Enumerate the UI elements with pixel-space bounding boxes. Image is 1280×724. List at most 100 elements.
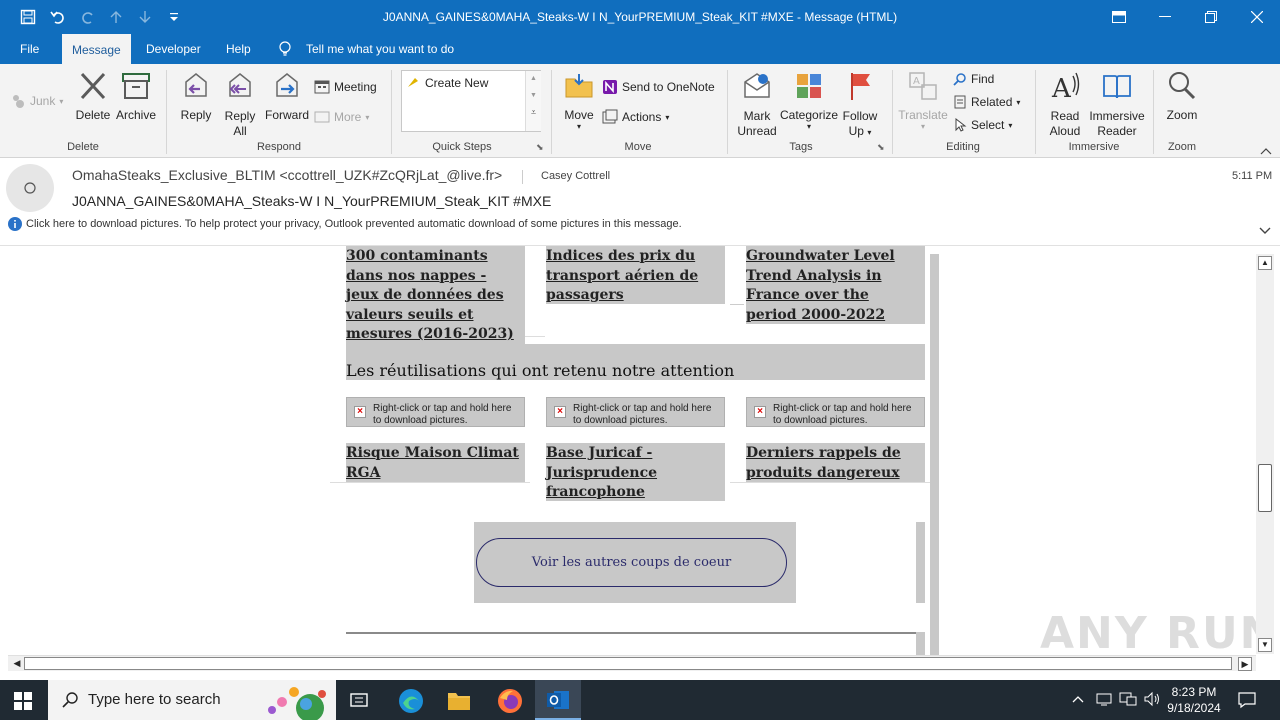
more-label: More: [334, 110, 362, 124]
reply-button[interactable]: Reply: [176, 70, 216, 122]
reuse-link[interactable]: Risque Maison Climat RGA: [346, 444, 522, 483]
select-button[interactable]: Select ▾: [953, 115, 1012, 135]
cta-button[interactable]: Voir les autres coups de coeur: [476, 538, 787, 587]
reply-all-icon: [229, 73, 251, 97]
ethernet-icon[interactable]: [1119, 691, 1137, 710]
reply-all-button[interactable]: Reply All: [220, 70, 260, 139]
mark-label-2: Unread: [737, 124, 777, 138]
categorize-label: Categorize: [780, 108, 839, 122]
info-icon: [8, 217, 22, 234]
taskbar: Type here to search 8:23 PM 9/18/2024: [0, 680, 1280, 722]
find-button[interactable]: Find: [953, 69, 994, 89]
quick-steps-launcher-icon[interactable]: ⬊: [536, 142, 544, 153]
windows-start-icon[interactable]: [14, 692, 32, 713]
junk-button[interactable]: Junk ▾: [10, 91, 63, 111]
mark-unread-icon: [744, 73, 770, 98]
create-new-quick-step[interactable]: Create New: [425, 76, 488, 90]
scroll-right-icon[interactable]: ▶: [1238, 657, 1252, 671]
taskbar-search-box[interactable]: Type here to search: [48, 680, 336, 722]
outlook-taskbar-button[interactable]: [535, 680, 581, 720]
delete-button[interactable]: Delete: [74, 70, 112, 122]
blocked-image[interactable]: × Right-click or tap and hold here to do…: [546, 397, 725, 427]
read-aloud-button[interactable]: A Read Aloud: [1042, 70, 1088, 139]
actions-button[interactable]: Actions ▾: [602, 107, 669, 127]
taskbar-clock[interactable]: 8:23 PM 9/18/2024: [1164, 684, 1224, 716]
scroll-up-icon[interactable]: ▲: [1258, 256, 1272, 270]
tab-help[interactable]: Help: [216, 34, 261, 64]
firefox-icon[interactable]: [497, 688, 523, 717]
tab-developer[interactable]: Developer: [136, 34, 211, 64]
vertical-scrollbar[interactable]: ▲ ▼: [1256, 254, 1274, 654]
create-new-icon: [406, 75, 420, 92]
notifications-icon[interactable]: [1238, 691, 1256, 712]
tell-me-search[interactable]: Tell me what you want to do: [306, 42, 454, 56]
scroll-left-icon[interactable]: ◀: [10, 657, 24, 671]
zoom-button[interactable]: Zoom: [1162, 70, 1202, 122]
delete-icon: [80, 72, 106, 100]
footer-side-band: [916, 632, 925, 656]
dataset-link[interactable]: 300 contaminants dans nos nappes - jeux …: [346, 247, 522, 345]
maximize-icon[interactable]: [1188, 0, 1234, 34]
quick-steps-gallery[interactable]: Create New ▲ ▼ ⩡: [401, 70, 541, 132]
blocked-image-text: Right-click or tap and hold here to down…: [573, 403, 712, 426]
editing-group-label: Editing: [946, 141, 980, 153]
reuse-link[interactable]: Derniers rappels de produits dangereux: [746, 444, 922, 483]
send-to-onenote-button[interactable]: Send to OneNote: [602, 77, 715, 97]
archive-button[interactable]: Archive: [115, 70, 157, 122]
forward-button[interactable]: Forward: [262, 70, 312, 122]
horizontal-scroll-thumb[interactable]: [24, 657, 1232, 670]
group-separator: [551, 70, 552, 154]
sender[interactable]: OmahaSteaks_Exclusive_BLTIM <ccottrell_U…: [72, 167, 502, 183]
quick-steps-scroll[interactable]: ▲ ▼ ⩡: [525, 71, 541, 131]
delete-label: Delete: [75, 108, 111, 122]
scroll-thumb[interactable]: [1258, 464, 1272, 512]
close-icon[interactable]: [1234, 0, 1280, 34]
tab-file[interactable]: File: [10, 34, 49, 64]
file-explorer-icon[interactable]: [447, 689, 471, 714]
move-button[interactable]: Move ▾: [559, 70, 599, 131]
group-separator: [391, 70, 392, 154]
show-hidden-icons-icon[interactable]: [1072, 693, 1084, 707]
message-body: 300 contaminants dans nos nappes - jeux …: [0, 246, 1256, 656]
archive-icon: [122, 73, 150, 99]
blocked-image-text: Right-click or tap and hold here to down…: [373, 403, 512, 426]
mark-unread-button[interactable]: Mark Unread: [734, 70, 780, 139]
divider: [730, 482, 930, 483]
forward-label: Forward: [264, 108, 309, 122]
download-pictures-infobar[interactable]: Click here to download pictures. To help…: [26, 218, 682, 230]
blocked-image[interactable]: × Right-click or tap and hold here to do…: [746, 397, 925, 427]
watermark: ANY RUN: [1040, 608, 1279, 659]
divider: [730, 304, 744, 305]
blocked-image[interactable]: × Right-click or tap and hold here to do…: [346, 397, 525, 427]
tags-launcher-icon[interactable]: ⬊: [877, 142, 885, 153]
more-respond-button[interactable]: More ▾: [314, 107, 369, 127]
immersive-reader-button[interactable]: Immersive Reader: [1088, 70, 1146, 139]
ribbon: Junk ▾ Delete Archive Delete Reply Reply …: [0, 64, 1280, 158]
minimize-icon[interactable]: [1142, 0, 1188, 34]
edge-icon[interactable]: [398, 688, 424, 717]
divider: [525, 336, 545, 337]
translate-label: Translate: [898, 108, 948, 122]
related-button[interactable]: Related ▾: [953, 92, 1020, 112]
scroll-down-icon[interactable]: ▼: [1258, 638, 1272, 652]
translate-icon: A: [909, 72, 937, 100]
horizontal-scrollbar[interactable]: ◀ ▶: [8, 655, 1256, 671]
task-view-icon[interactable]: [350, 691, 368, 712]
dataset-link[interactable]: Groundwater Level Trend Analysis in Fran…: [746, 247, 922, 325]
recipient[interactable]: Casey Cottrell: [541, 170, 610, 182]
ribbon-display-icon[interactable]: [1096, 0, 1142, 34]
reuse-link[interactable]: Base Juricaf - Jurisprudence francophone: [546, 444, 722, 503]
expand-header-icon[interactable]: [1259, 224, 1271, 238]
meeting-button[interactable]: Meeting: [314, 77, 377, 97]
delete-group-label: Delete: [67, 141, 99, 153]
categorize-button[interactable]: Categorize ▾: [780, 70, 838, 131]
volume-icon[interactable]: [1143, 691, 1161, 710]
translate-button[interactable]: A Translate ▾: [898, 70, 948, 131]
tab-message[interactable]: Message: [62, 34, 131, 64]
follow-up-button[interactable]: Follow Up ▾: [840, 70, 880, 140]
follow-label-2: Up ▾: [848, 124, 872, 138]
dataset-link[interactable]: Indices des prix du transport aérien de …: [546, 247, 716, 306]
avatar[interactable]: [6, 164, 54, 212]
collapse-ribbon-icon[interactable]: [1260, 144, 1272, 158]
network-icon[interactable]: [1096, 691, 1112, 710]
